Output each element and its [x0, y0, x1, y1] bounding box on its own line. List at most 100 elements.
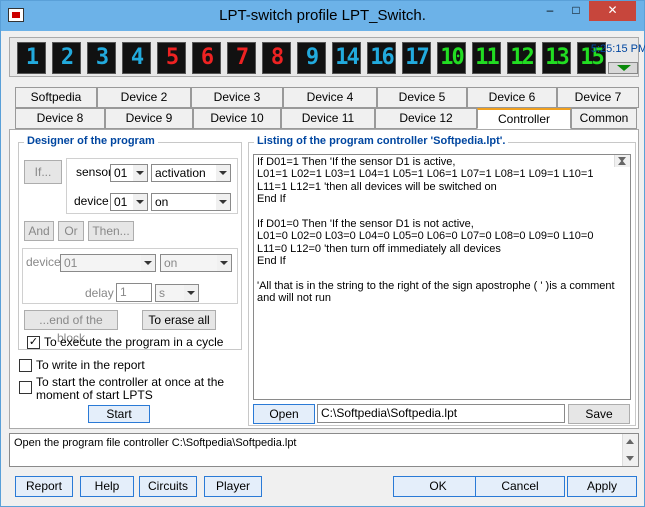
- listing-line: If D01=1 Then 'If the sensor D1 is activ…: [257, 156, 456, 168]
- file-path-field[interactable]: C:\Softpedia\Softpedia.lpt: [317, 404, 565, 423]
- action-device-value: 01: [64, 256, 78, 270]
- device-action-label: device: [26, 255, 61, 269]
- tab-device-7[interactable]: Device 7: [557, 87, 639, 108]
- listing-title: Listing of the program controller 'Softp…: [254, 135, 509, 147]
- end-of-block-button[interactable]: ...end of the block: [24, 310, 118, 345]
- clock-display: 5:25:15 PM: [590, 43, 645, 55]
- tab-device-3[interactable]: Device 3: [191, 87, 283, 108]
- device-state-value: on: [155, 195, 169, 209]
- listing-scrollbar[interactable]: [614, 155, 630, 168]
- start-button[interactable]: Start: [88, 405, 150, 423]
- led-indicator[interactable]: 4: [122, 42, 151, 74]
- listing-line: If D01=0 Then 'If the sensor D1 is not a…: [257, 217, 474, 230]
- tab-device-4[interactable]: Device 4: [283, 87, 377, 108]
- led-indicator[interactable]: 7: [227, 42, 256, 74]
- action-state-value: on: [164, 256, 178, 270]
- chevron-down-icon: [133, 194, 147, 210]
- action-device-select[interactable]: 01: [60, 254, 156, 272]
- sensor-state-select[interactable]: activation: [151, 164, 231, 182]
- write-report-checkbox[interactable]: [19, 359, 32, 372]
- erase-all-button[interactable]: To erase all: [142, 310, 216, 330]
- led-indicator[interactable]: 1: [17, 42, 46, 74]
- listing-line: L01=1 L02=1 L03=1 L04=1 L05=1 L06=1 L07=…: [257, 168, 594, 181]
- tab-common[interactable]: Common: [571, 108, 637, 129]
- tab-softpedia[interactable]: Softpedia: [15, 87, 97, 108]
- write-report-label: To write in the report: [36, 358, 145, 372]
- apply-button[interactable]: Apply: [567, 476, 637, 497]
- chevron-down-icon: [184, 285, 198, 301]
- led-indicator[interactable]: 3: [87, 42, 116, 74]
- scroll-up-icon[interactable]: [626, 439, 634, 444]
- chevron-down-icon: [141, 255, 155, 271]
- cycle-label: To execute the program in a cycle: [44, 335, 224, 349]
- status-scrollbar[interactable]: [622, 434, 638, 466]
- led-indicator[interactable]: 12: [507, 42, 536, 74]
- maximize-button[interactable]: □: [563, 1, 589, 21]
- listing-line: [257, 268, 627, 280]
- led-indicator[interactable]: 16: [367, 42, 396, 74]
- chevron-down-icon: [216, 194, 230, 210]
- delay-unit-select[interactable]: s: [155, 284, 199, 302]
- led-indicator-panel: 1 2 3 4 5 6 7 8 9 14 16 17 10 11 12 13 15 5:25:15 PM: [9, 37, 645, 77]
- led-indicator[interactable]: 14: [332, 42, 361, 74]
- listing-line: End If: [257, 193, 286, 206]
- tab-controller[interactable]: Controller: [477, 108, 571, 129]
- led-indicator[interactable]: 9: [297, 42, 326, 74]
- expand-arrow-icon[interactable]: [608, 62, 638, 74]
- tab-device-5[interactable]: Device 5: [377, 87, 467, 108]
- status-message: Open the program file controller C:\Soft…: [14, 437, 297, 449]
- status-log[interactable]: Open the program file controller C:\Soft…: [9, 433, 639, 467]
- report-button[interactable]: Report: [15, 476, 73, 497]
- tab-device-9[interactable]: Device 9: [105, 108, 193, 129]
- device-number-select[interactable]: 01: [110, 193, 148, 211]
- title-bar[interactable]: LPT-switch profile LPT_Switch. – □ ✕: [1, 1, 644, 31]
- if-button[interactable]: If...: [24, 160, 62, 184]
- save-button[interactable]: Save: [568, 404, 630, 424]
- delay-unit-value: s: [159, 286, 165, 300]
- and-button[interactable]: And: [24, 221, 54, 241]
- listing-line: [257, 206, 627, 218]
- help-button[interactable]: Help: [80, 476, 134, 497]
- player-button[interactable]: Player: [204, 476, 262, 497]
- tab-device-6[interactable]: Device 6: [467, 87, 557, 108]
- led-indicator[interactable]: 10: [437, 42, 466, 74]
- autostart-label-line1: To start the controller at once at the: [36, 375, 225, 389]
- led-indicator[interactable]: 13: [542, 42, 571, 74]
- listing-line: L01=0 L02=0 L03=0 L04=0 L05=0 L06=0 L07=…: [257, 230, 594, 243]
- scroll-down-icon[interactable]: [626, 456, 634, 461]
- device-label: device: [74, 194, 109, 208]
- listing-line: L11=0 L12=0 'then turn off immediately a…: [257, 242, 501, 255]
- autostart-checkbox[interactable]: [19, 381, 32, 394]
- tab-device-12[interactable]: Device 12: [375, 108, 477, 129]
- sensor-number-select[interactable]: 01: [110, 164, 148, 182]
- ok-button[interactable]: OK: [393, 476, 483, 497]
- action-state-select[interactable]: on: [160, 254, 232, 272]
- led-indicator[interactable]: 8: [262, 42, 291, 74]
- tab-device-10[interactable]: Device 10: [193, 108, 281, 129]
- tab-device-2[interactable]: Device 2: [97, 87, 191, 108]
- circuits-button[interactable]: Circuits: [139, 476, 197, 497]
- led-indicator[interactable]: 17: [402, 42, 431, 74]
- tab-device-11[interactable]: Device 11: [281, 108, 375, 129]
- listing-line: 'All that is in the string to the right …: [257, 279, 615, 292]
- cycle-checkbox[interactable]: ✓: [27, 336, 40, 349]
- chevron-down-icon: [217, 255, 231, 271]
- led-indicator[interactable]: 11: [472, 42, 501, 74]
- controller-tab-panel: Designer of the program If... sensor 01 …: [9, 129, 639, 429]
- program-listing-editor[interactable]: If D01=1 Then 'If the sensor D1 is activ…: [253, 154, 631, 400]
- led-indicator[interactable]: 2: [52, 42, 81, 74]
- scroll-down-icon[interactable]: [618, 157, 626, 163]
- listing-line: L11=1 L12=1 'then all devices will be sw…: [257, 180, 497, 193]
- delay-input[interactable]: 1: [116, 283, 152, 302]
- minimize-button[interactable]: –: [537, 1, 563, 21]
- then-button[interactable]: Then...: [88, 221, 134, 241]
- delay-label: delay: [85, 286, 114, 300]
- led-indicator[interactable]: 6: [192, 42, 221, 74]
- device-state-select[interactable]: on: [151, 193, 231, 211]
- close-button[interactable]: ✕: [589, 1, 636, 21]
- or-button[interactable]: Or: [58, 221, 84, 241]
- cancel-button[interactable]: Cancel: [475, 476, 565, 497]
- open-button[interactable]: Open: [253, 404, 315, 424]
- tab-device-8[interactable]: Device 8: [15, 108, 105, 129]
- led-indicator[interactable]: 5: [157, 42, 186, 74]
